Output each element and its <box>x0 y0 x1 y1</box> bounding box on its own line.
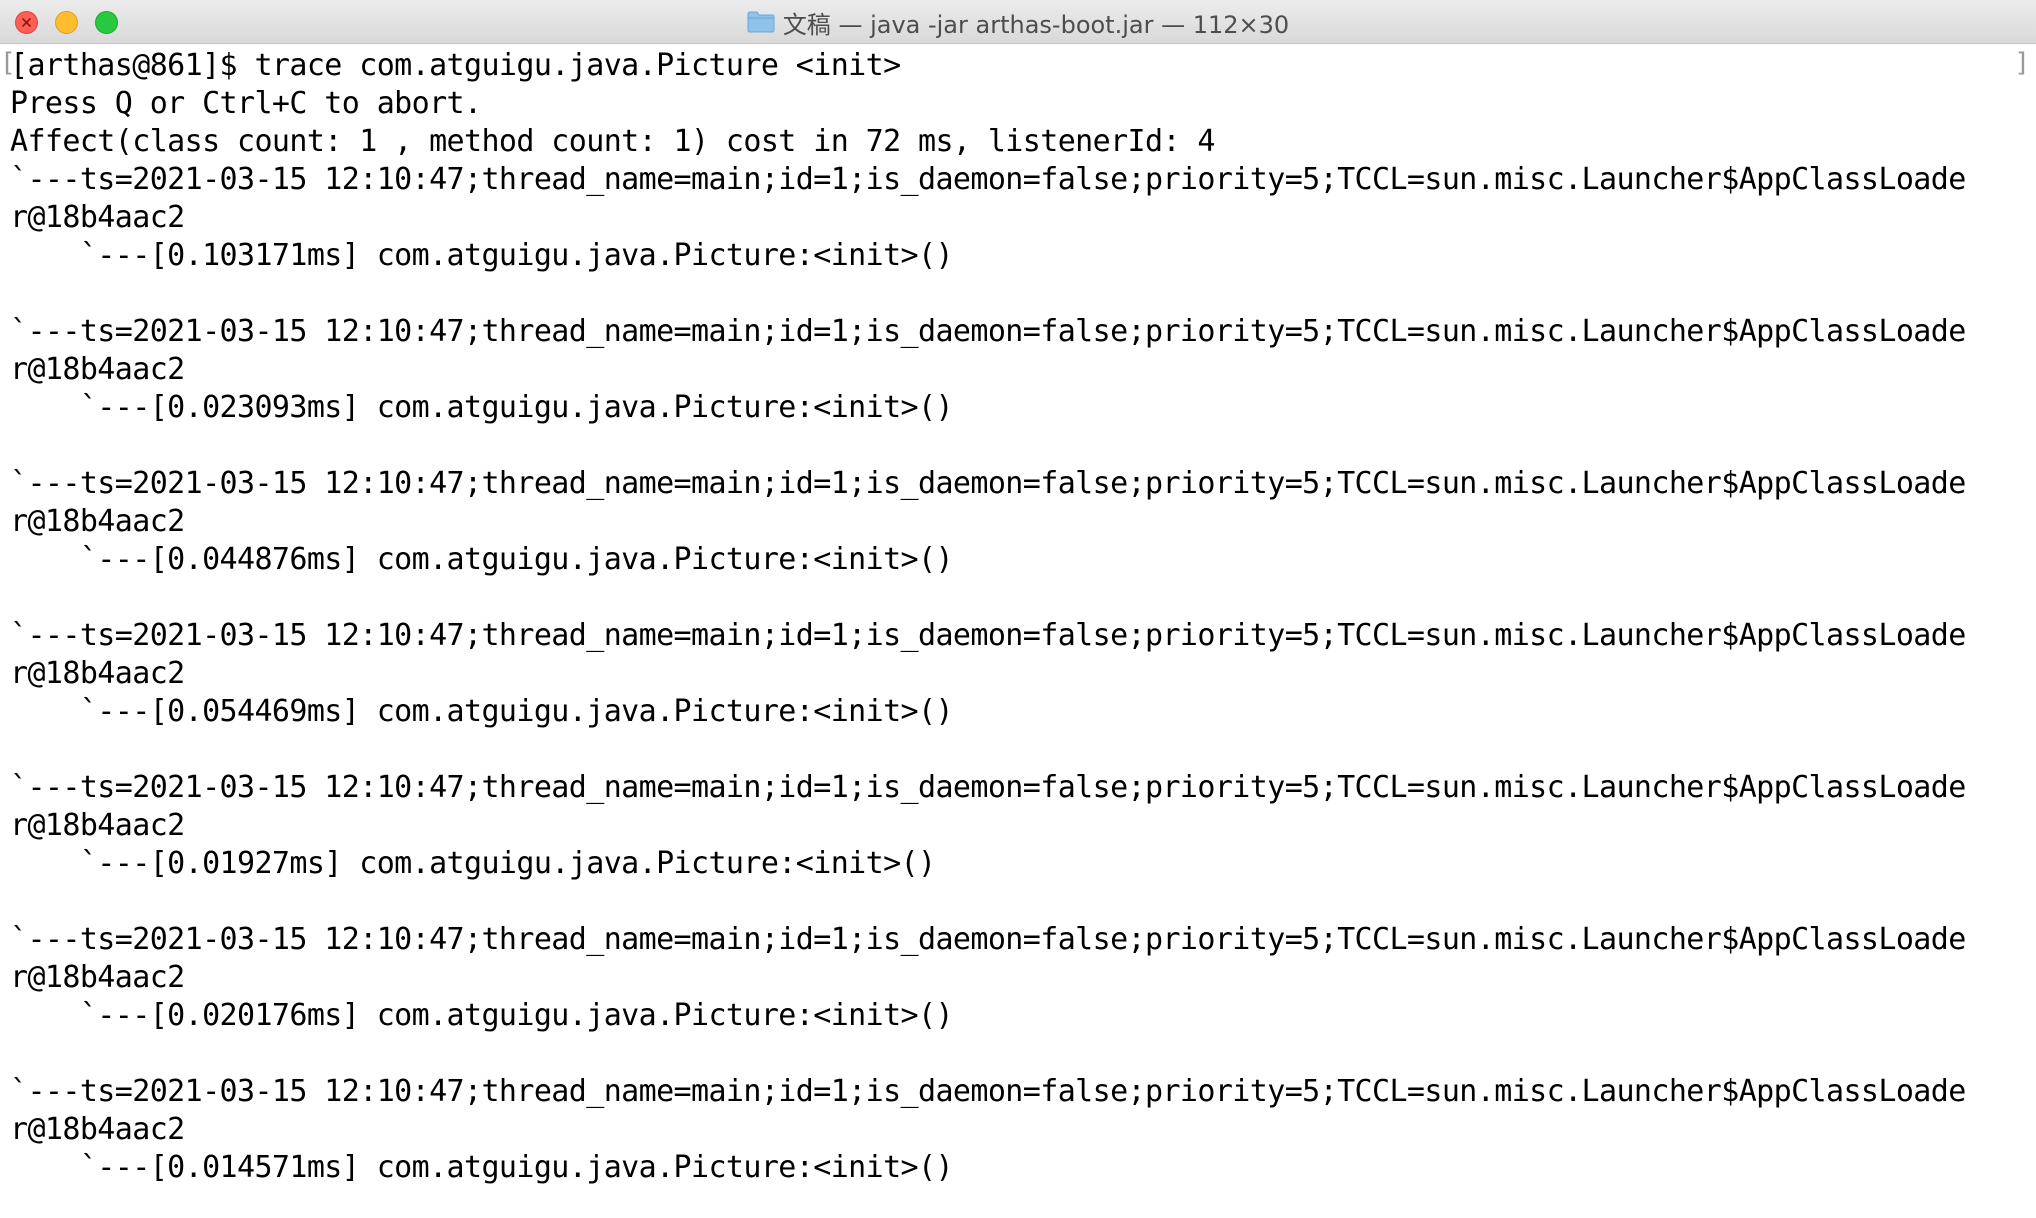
terminal-line: r@18b4aac2 <box>10 960 185 995</box>
terminal-line: `---[0.044876ms] com.atguigu.java.Pictur… <box>10 542 954 577</box>
terminal-line: `---[0.054469ms] com.atguigu.java.Pictur… <box>10 694 954 729</box>
terminal-line: r@18b4aac2 <box>10 200 185 235</box>
terminal-line: r@18b4aac2 <box>10 352 185 387</box>
terminal-line: `---[0.01927ms] com.atguigu.java.Picture… <box>10 846 936 881</box>
terminal-line: r@18b4aac2 <box>10 656 185 691</box>
terminal-line: [arthas@861]$ trace com.atguigu.java.Pic… <box>10 48 901 83</box>
terminal-line: Press Q or Ctrl+C to abort. <box>10 86 482 121</box>
terminal-line: `---[0.020176ms] com.atguigu.java.Pictur… <box>10 998 954 1033</box>
window-title: 文稿 — java -jar arthas-boot.jar — 112×30 <box>782 10 1290 39</box>
terminal-line: `---ts=2021-03-15 12:10:47;thread_name=m… <box>10 618 1966 653</box>
terminal-line: `---ts=2021-03-15 12:10:47;thread_name=m… <box>10 922 1966 957</box>
window-title-wrap: 文稿 — java -jar arthas-boot.jar — 112×30 <box>0 0 2036 44</box>
terminal-line: `---ts=2021-03-15 12:10:47;thread_name=m… <box>10 1074 1966 1109</box>
terminal-line: `---ts=2021-03-15 12:10:47;thread_name=m… <box>10 162 1966 197</box>
terminal-line: `---[0.014571ms] com.atguigu.java.Pictur… <box>10 1150 954 1185</box>
terminal-line: Affect(class count: 1 , method count: 1)… <box>10 124 1215 159</box>
terminal-line: r@18b4aac2 <box>10 504 185 539</box>
terminal-line: `---[0.023093ms] com.atguigu.java.Pictur… <box>10 390 954 425</box>
title-bar[interactable]: 文稿 — java -jar arthas-boot.jar — 112×30 <box>0 0 2036 44</box>
terminal-output[interactable]: [arthas@861]$ trace com.atguigu.java.Pic… <box>10 47 2030 1212</box>
terminal-line: `---[0.103171ms] com.atguigu.java.Pictur… <box>10 238 954 273</box>
folder-icon <box>747 11 775 33</box>
terminal-line: r@18b4aac2 <box>10 808 185 843</box>
terminal-window: 文稿 — java -jar arthas-boot.jar — 112×30 … <box>0 0 2036 1218</box>
terminal-line: `---ts=2021-03-15 12:10:47;thread_name=m… <box>10 466 1966 501</box>
terminal-line: `---ts=2021-03-15 12:10:47;thread_name=m… <box>10 770 1966 805</box>
terminal-line: `---ts=2021-03-15 12:10:47;thread_name=m… <box>10 314 1966 349</box>
terminal-line: r@18b4aac2 <box>10 1112 185 1147</box>
